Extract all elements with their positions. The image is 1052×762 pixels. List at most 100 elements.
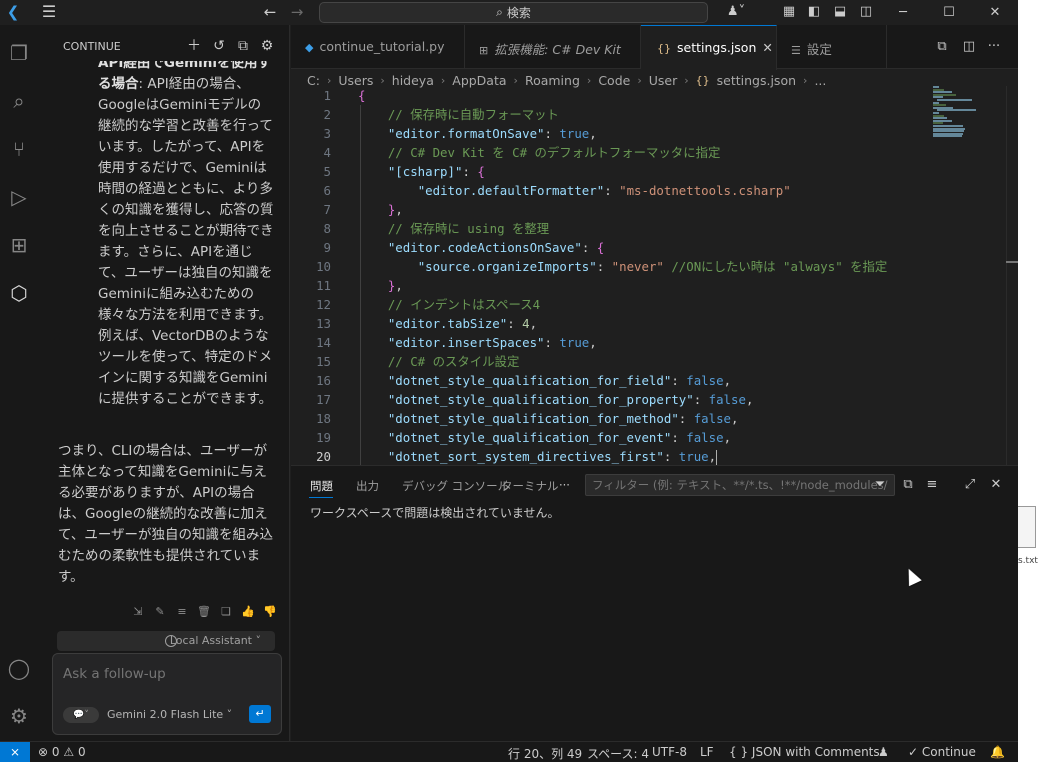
problems-filter-input[interactable] bbox=[585, 474, 895, 496]
code-line-text: }, bbox=[387, 278, 403, 293]
insert-icon[interactable]: ≡ bbox=[174, 604, 190, 620]
chevron-down-icon: ˅ bbox=[255, 634, 262, 647]
more-tabs-icon[interactable]: ··· bbox=[559, 478, 570, 492]
forward-arrow-icon[interactable]: → bbox=[288, 3, 306, 21]
code-line[interactable]: 6 "editor.defaultFormatter": "ms-dotnett… bbox=[291, 181, 931, 200]
source-control-icon[interactable]: ⑂ bbox=[7, 137, 31, 161]
line-number: 19 bbox=[316, 430, 331, 445]
cursor-position[interactable]: 行 20、列 49 bbox=[508, 745, 582, 762]
code-line-text: "[csharp]": { bbox=[387, 164, 485, 179]
code-line[interactable]: 13 "editor.tabSize": 4, bbox=[291, 314, 931, 333]
code-line[interactable]: 1{ bbox=[291, 86, 931, 105]
close-panel-icon[interactable]: ✕ bbox=[987, 476, 1005, 494]
code-line[interactable]: 8 // 保存時に using を整理 bbox=[291, 219, 931, 238]
view-as-tree-icon[interactable]: ≡ bbox=[923, 476, 941, 494]
code-line[interactable]: 19 "dotnet_style_qualification_for_event… bbox=[291, 428, 931, 447]
extensions-icon[interactable]: ⊞ bbox=[7, 233, 31, 257]
editor-scrollbar[interactable] bbox=[1006, 86, 1007, 465]
chat-input[interactable] bbox=[63, 666, 263, 682]
code-line[interactable]: 7 }, bbox=[291, 200, 931, 219]
explorer-icon[interactable]: ❐ bbox=[7, 41, 31, 65]
close-window-button[interactable]: ✕ bbox=[972, 0, 1018, 25]
code-line[interactable]: 15 // C# のスタイル設定 bbox=[291, 352, 931, 371]
problems-status[interactable]: ⊗ 0 ⚠ 0 bbox=[38, 745, 86, 759]
trash-icon[interactable]: 🗑 bbox=[196, 604, 212, 620]
edit-icon[interactable]: ✎ bbox=[152, 604, 168, 620]
code-line[interactable]: 4 // C# Dev Kit を C# のデフォルトフォーマッタに指定 bbox=[291, 143, 931, 162]
toggle-panel-icon[interactable]: ⬓ bbox=[831, 3, 849, 21]
line-number: 13 bbox=[316, 316, 331, 331]
tab-settings[interactable]: ☰ 設定 bbox=[777, 25, 887, 69]
command-search[interactable]: ⌕ 検索 bbox=[319, 2, 708, 23]
code-line[interactable]: 12 // インデントはスペース4 bbox=[291, 295, 931, 314]
search-icon[interactable]: ⌕ bbox=[7, 89, 31, 113]
toggle-secondary-sidebar-icon[interactable]: ◫ bbox=[857, 3, 875, 21]
language-mode[interactable]: { } JSON with Comments bbox=[729, 745, 880, 759]
thumbs-down-icon[interactable]: 👎 bbox=[262, 604, 278, 620]
code-line[interactable]: 2 // 保存時に自動フォーマット bbox=[291, 105, 931, 124]
bottom-panel: 問題 出力 デバッグ コンソール ターミナル ··· ⏷ ⧉ ≡ ⤢ ✕ ワーク… bbox=[291, 465, 1018, 741]
open-settings-ui-icon[interactable]: ⧉ bbox=[933, 38, 951, 56]
bell-icon[interactable]: 🔔 bbox=[990, 745, 1005, 759]
run-debug-icon[interactable]: ▷ bbox=[7, 185, 31, 209]
customize-layout-icon[interactable]: ▦ bbox=[780, 3, 798, 21]
more-actions-icon[interactable]: ··· bbox=[985, 38, 1003, 56]
toggle-sidebar-icon[interactable]: ◧ bbox=[805, 3, 823, 21]
assistant-selector[interactable]: Local Assistant ˅ bbox=[57, 631, 275, 651]
line-number: 6 bbox=[323, 183, 331, 198]
send-button[interactable]: ↵ bbox=[249, 705, 271, 723]
copilot-icon[interactable]: ♟˅ bbox=[723, 3, 749, 21]
code-line[interactable]: 11 }, bbox=[291, 276, 931, 295]
code-line[interactable]: 16 "dotnet_style_qualification_for_field… bbox=[291, 371, 931, 390]
continue-status[interactable]: ✓ Continue bbox=[908, 745, 976, 759]
tab-debug-console[interactable]: デバッグ コンソール bbox=[402, 478, 509, 494]
menu-icon[interactable]: ☰ bbox=[40, 3, 58, 21]
activity-bar: ❐ ⌕ ⑂ ▷ ⊞ ⬡ ◯ ⚙ bbox=[0, 25, 38, 741]
open-in-new-window-icon[interactable]: ⧉ bbox=[234, 37, 252, 55]
code-line[interactable]: 10 "source.organizeImports": "never" //O… bbox=[291, 257, 931, 276]
account-icon[interactable]: ◯ bbox=[7, 656, 31, 680]
tab-problems[interactable]: 問題 bbox=[310, 478, 333, 494]
back-arrow-icon[interactable]: ← bbox=[261, 3, 279, 21]
tab-extension-csharp[interactable]: ⊞ 拡張機能: C# Dev Kit bbox=[465, 25, 641, 69]
line-number: 20 bbox=[316, 449, 331, 464]
desktop-file-icon[interactable] bbox=[1018, 506, 1036, 548]
mode-selector[interactable]: 💬˅ bbox=[63, 707, 99, 723]
copy-icon[interactable]: ❏ bbox=[218, 604, 234, 620]
maximize-panel-icon[interactable]: ⤢ bbox=[961, 476, 979, 494]
code-line[interactable]: 18 "dotnet_style_qualification_for_metho… bbox=[291, 409, 931, 428]
encoding[interactable]: UTF-8 bbox=[652, 745, 687, 759]
code-line[interactable]: 5 "[csharp]": { bbox=[291, 162, 931, 181]
filter-icon[interactable]: ⏷ bbox=[871, 476, 889, 494]
minimap[interactable] bbox=[931, 86, 1001, 146]
continue-icon[interactable]: ⬡ bbox=[7, 281, 31, 305]
code-line[interactable]: 9 "editor.codeActionsOnSave": { bbox=[291, 238, 931, 257]
code-line[interactable]: 3 "editor.formatOnSave": true, bbox=[291, 124, 931, 143]
extensions-icon: ⊞ bbox=[479, 44, 489, 57]
tab-settings-json[interactable]: {} settings.json ✕ bbox=[641, 25, 777, 70]
copilot-status-icon[interactable]: ♟ bbox=[878, 745, 889, 759]
gear-icon[interactable]: ⚙ bbox=[258, 37, 276, 55]
end-of-line[interactable]: LF bbox=[700, 745, 714, 759]
close-icon[interactable]: ✕ bbox=[762, 40, 772, 55]
remote-indicator[interactable]: ⨯ bbox=[0, 742, 30, 762]
minimize-button[interactable]: ─ bbox=[880, 0, 926, 25]
indentation[interactable]: スペース: 4 bbox=[587, 745, 649, 762]
code-line[interactable]: 14 "editor.insertSpaces": true, bbox=[291, 333, 931, 352]
manage-gear-icon[interactable]: ⚙ bbox=[7, 704, 31, 728]
collapse-icon[interactable]: ⇲ bbox=[130, 604, 146, 620]
tab-continue-tutorial[interactable]: ◆ continue_tutorial.py bbox=[291, 25, 465, 69]
code-editor[interactable]: 1 {2 // 保存時に自動フォーマット 3 "editor.formatOnSav… bbox=[291, 86, 911, 466]
collapse-all-icon[interactable]: ⧉ bbox=[899, 476, 917, 494]
tab-output[interactable]: 出力 bbox=[356, 478, 379, 494]
model-selector[interactable]: Gemini 2.0 Flash Lite ˅ bbox=[107, 708, 232, 721]
plus-icon[interactable]: ＋ bbox=[185, 37, 203, 55]
history-icon[interactable]: ↺ bbox=[210, 37, 228, 55]
code-line-text: { bbox=[358, 88, 366, 103]
split-editor-icon[interactable]: ◫ bbox=[960, 38, 978, 56]
thumbs-up-icon[interactable]: 👍 bbox=[240, 604, 256, 620]
tab-terminal[interactable]: ターミナル bbox=[501, 478, 559, 494]
code-line[interactable]: 20 "dotnet_sort_system_directives_first"… bbox=[291, 447, 931, 466]
maximize-button[interactable]: ☐ bbox=[926, 0, 972, 25]
code-line[interactable]: 17 "dotnet_style_qualification_for_prope… bbox=[291, 390, 931, 409]
